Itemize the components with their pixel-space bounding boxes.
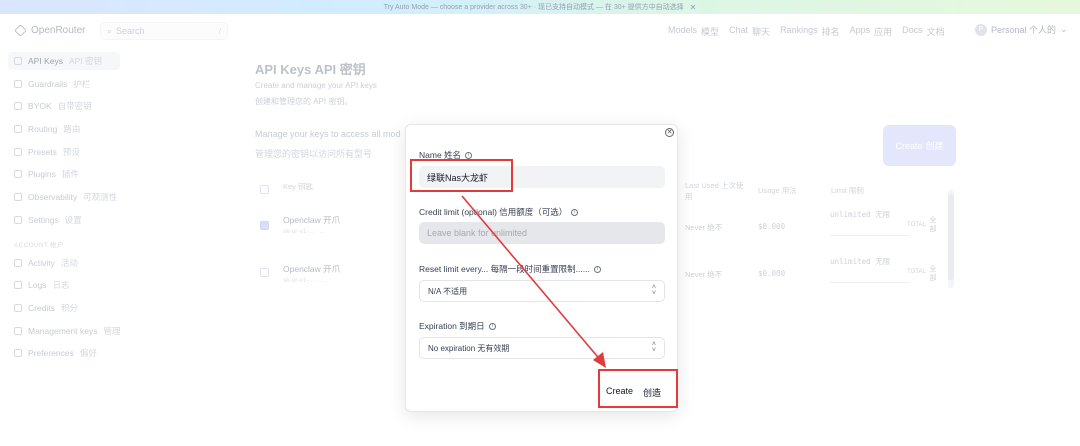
annotation-arrow [461, 195, 606, 368]
